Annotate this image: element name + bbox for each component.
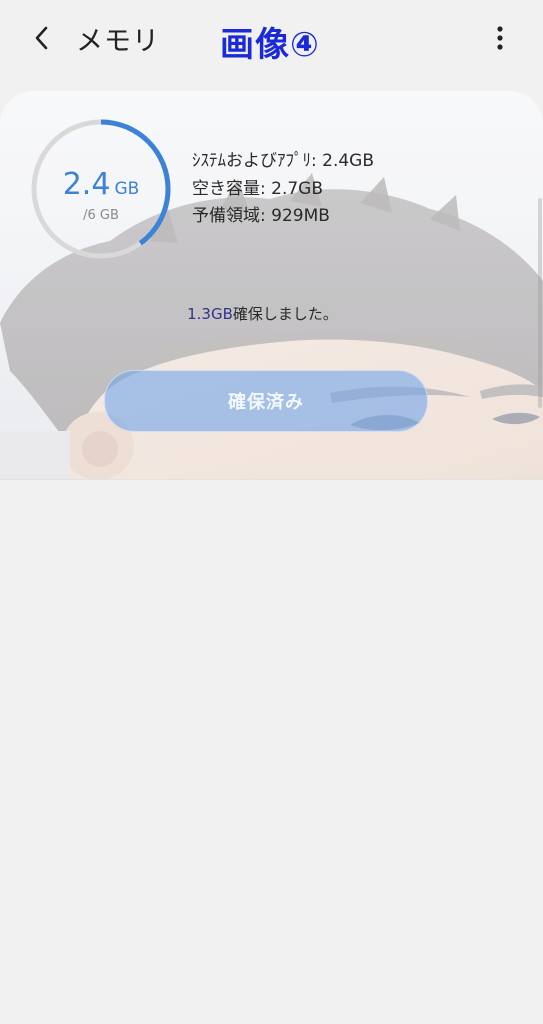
app-header: メモリ 画像④ (0, 0, 543, 80)
used-memory-unit: GB (114, 179, 140, 199)
stat-system-apps: ｼｽﾃﾑおよびｱﾌﾟﾘ: 2.4GB (192, 151, 375, 171)
more-vertical-icon (497, 26, 503, 50)
freed-amount: 1.3GB (187, 305, 233, 323)
total-memory-label: /6 GB (83, 208, 119, 223)
stat-free-space: 空き容量: 2.7GB (192, 178, 324, 199)
memory-screen: メモリ 画像④ 2.4 GB /6 GB ｼｽﾃﾑおよびｱﾌﾟﾘ: 2.4GB … (0, 0, 543, 1024)
memory-card: 2.4 GB /6 GB ｼｽﾃﾑおよびｱﾌﾟﾘ: 2.4GB 空き容量: 2.7… (0, 91, 543, 480)
chevron-left-icon (35, 26, 48, 50)
memory-stats: ｼｽﾃﾑおよびｱﾌﾟﾘ: 2.4GB 空き容量: 2.7GB 予備領域: 929… (192, 148, 374, 231)
scroll-indicator[interactable] (538, 198, 542, 408)
card-divider (0, 479, 543, 480)
freed-message: 1.3GB確保しました。 (0, 303, 525, 324)
freed-suffix: 確保しました。 (232, 305, 338, 323)
image-caption: 画像④ (220, 25, 320, 65)
back-button[interactable] (22, 18, 62, 58)
used-memory-number: 2.4 (62, 167, 111, 202)
used-memory-value: 2.4 GB (28, 167, 174, 202)
stat-reserved: 予備領域: 929MB (192, 206, 330, 226)
more-options-button[interactable] (484, 20, 516, 56)
page-title: メモリ (76, 26, 160, 57)
secured-button[interactable]: 確保済み (104, 370, 428, 432)
